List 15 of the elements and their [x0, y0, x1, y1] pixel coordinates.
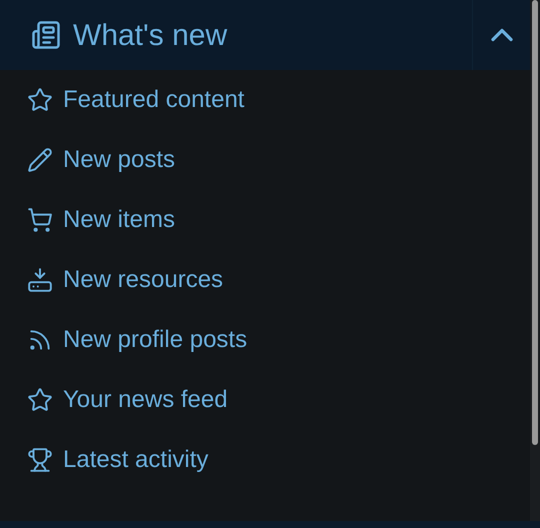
trophy-icon	[27, 447, 53, 473]
menu-link[interactable]: New profile posts	[0, 310, 530, 370]
scrollbar-thumb[interactable]	[532, 0, 538, 445]
menu-link[interactable]: Latest activity	[0, 430, 530, 490]
star-icon	[27, 387, 53, 413]
cart-icon	[27, 207, 53, 233]
download-tray-icon	[27, 267, 53, 293]
menu-link[interactable]: New resources	[0, 250, 530, 310]
menu-link[interactable]: New posts	[0, 130, 530, 190]
star-icon	[27, 87, 53, 113]
menu-link[interactable]: Your news feed	[0, 370, 530, 430]
menu-link[interactable]: Featured content	[0, 70, 530, 130]
section-title: What's new	[73, 18, 228, 54]
pencil-icon	[27, 147, 53, 173]
menu-link[interactable]: New items	[0, 190, 530, 250]
